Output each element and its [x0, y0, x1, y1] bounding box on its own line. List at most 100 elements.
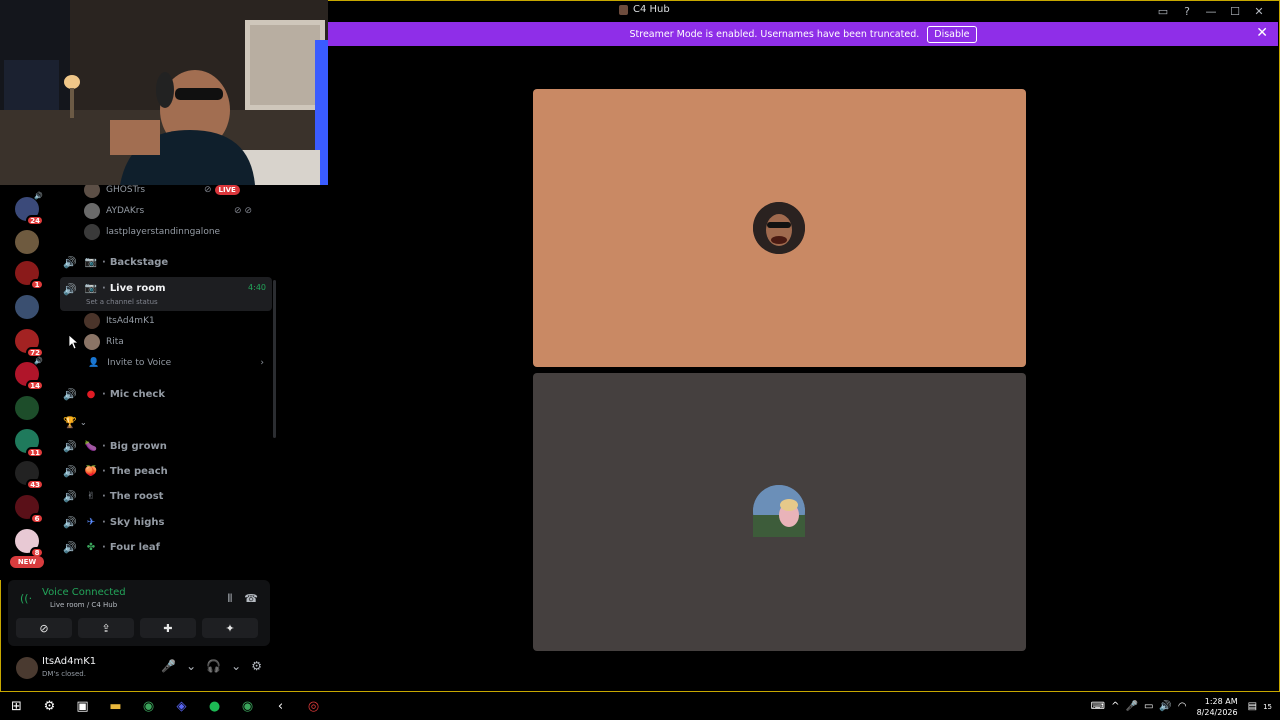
soundboard-button[interactable]: ✦ — [202, 618, 258, 638]
chevron-down-icon[interactable]: ⌄ — [186, 659, 196, 673]
member-name: Rita — [106, 337, 124, 347]
chrome-icon[interactable]: ◉ — [132, 693, 165, 720]
invite-to-voice[interactable]: 👤 Invite to Voice › — [88, 358, 268, 368]
spotify-icon[interactable]: ● — [198, 693, 231, 720]
server-icon[interactable] — [15, 295, 39, 319]
mention-badge: 6 — [30, 513, 44, 524]
channel-backstage[interactable]: 🔊 📷 · Backstage — [60, 251, 272, 273]
channel-item[interactable]: 🔊 🍑 · The peach — [60, 460, 272, 482]
channel-item[interactable]: 🔊 ✌ · The roost — [60, 485, 272, 507]
server-icon[interactable]: 11 — [15, 429, 44, 458]
channel-name: The roost — [109, 490, 164, 502]
activities-button[interactable]: ✚ — [140, 618, 196, 638]
disable-button[interactable]: Disable — [927, 25, 977, 43]
noise-suppression-icon[interactable]: ⦀ — [227, 592, 232, 606]
member-name: GHOSTrs — [106, 185, 146, 195]
screen-share-button[interactable]: ⇪ — [78, 618, 134, 638]
channel-item[interactable]: 🔊 ✤ · Four leaf — [60, 536, 272, 558]
invite-label: Invite to Voice — [107, 358, 172, 368]
server-icon — [619, 4, 628, 15]
camera-off-button[interactable]: ⊘ — [16, 618, 72, 638]
voice-member[interactable]: lastplayerstandinngalone — [84, 224, 220, 240]
channel-scrollbar[interactable] — [273, 280, 276, 438]
voice-member[interactable]: GHOSTrs ⊘ LIVE — [84, 185, 240, 198]
member-status: ⊘ LIVE — [204, 185, 240, 195]
chevron-up-icon[interactable]: ^ — [1111, 701, 1119, 712]
voice-connection-panel: ((· Voice Connected Live room / C4 Hub ⦀… — [8, 580, 270, 646]
file-explorer-icon[interactable]: ▬ — [99, 693, 132, 720]
chevron-right-icon: › — [260, 358, 264, 368]
server-icon[interactable]: 🔊 14 — [15, 357, 44, 391]
voice-status[interactable]: Voice Connected — [42, 587, 126, 598]
server-icon[interactable] — [15, 230, 39, 254]
live-badge: LIVE — [214, 185, 240, 195]
channel-name: Sky highs — [109, 516, 165, 528]
wifi-icon[interactable]: ◠ — [1178, 701, 1187, 712]
speaker-icon: 🔊 — [63, 464, 77, 478]
participant-tile[interactable] — [533, 373, 1026, 651]
avatar — [753, 202, 805, 254]
close-icon[interactable]: ✕ — [1247, 3, 1271, 20]
server-icon[interactable]: 1 — [15, 261, 44, 290]
red-circle-icon: ● — [86, 388, 96, 400]
server-icon[interactable] — [15, 396, 39, 420]
server-icon[interactable]: 8 — [15, 529, 44, 558]
chevron-down-icon[interactable]: ⌄ — [231, 659, 241, 673]
speaker-icon: 🔊 — [63, 387, 77, 401]
user-panel: ItsAd4mK1 DM's closed. 🎤 ⌄ 🎧 ⌄ ⚙ — [8, 650, 270, 686]
keyboard-icon[interactable]: ⌨ — [1091, 701, 1105, 712]
server-icon[interactable]: 🔊 24 — [15, 192, 44, 226]
username[interactable]: ItsAd4mK1 — [42, 656, 96, 667]
channel-list: GHOSTrs ⊘ LIVE AYDAKrs ⊘ ⊘ lastplayersta… — [54, 185, 278, 580]
category-trophy[interactable]: 🏆 ⌄ — [60, 414, 272, 430]
banner-close-icon[interactable]: ✕ — [1256, 25, 1268, 41]
channel-mic-check[interactable]: 🔊 ● · Mic check — [60, 383, 272, 405]
speaker-icon: 🔊 — [63, 283, 77, 296]
settings-icon[interactable]: ⚙ — [33, 693, 66, 720]
network-icon[interactable]: ▭ — [1144, 701, 1153, 712]
voice-stage — [328, 46, 1278, 691]
server-icon[interactable]: 72 — [15, 329, 44, 358]
participant-tile[interactable] — [533, 89, 1026, 367]
gear-icon[interactable]: ⚙ — [251, 659, 262, 673]
store-icon[interactable]: ▣ — [66, 693, 99, 720]
speaker-icon: 🔊 — [63, 255, 77, 269]
voice-channel-path[interactable]: Live room / C4 Hub — [50, 601, 117, 609]
chrome-icon[interactable]: ◉ — [231, 693, 264, 720]
maximize-icon[interactable]: ☐ — [1223, 3, 1247, 20]
signal-icon: ((· — [20, 592, 33, 605]
server-list: 🔊 24 1 72 🔊 14 11 43 6 8 NEW — [0, 185, 54, 580]
banner-message: Streamer Mode is enabled. Usernames have… — [629, 28, 920, 40]
help-icon[interactable]: ? — [1175, 3, 1199, 20]
member-status: ⊘ ⊘ — [234, 206, 252, 216]
headphones-icon[interactable]: 🎧 — [206, 659, 221, 673]
server-icon[interactable]: 6 — [15, 495, 44, 524]
notification-icon[interactable]: ▤ — [1248, 701, 1257, 712]
channel-status[interactable]: Set a channel status — [86, 298, 158, 306]
voice-member[interactable]: ItsAd4mK1 — [84, 313, 155, 329]
mention-badge: 1 — [30, 279, 44, 290]
channel-name: Backstage — [109, 256, 169, 268]
mute-icon: ⊘ — [204, 185, 212, 195]
start-icon[interactable]: ⊞ — [0, 693, 33, 720]
clock[interactable]: 1:28 AM 8/24/2026 — [1197, 696, 1238, 718]
discord-icon[interactable]: ◈ — [165, 693, 198, 720]
obs-icon[interactable]: ◎ — [297, 693, 330, 720]
microphone-icon[interactable]: 🎤 — [161, 659, 176, 673]
channel-item[interactable]: 🔊 ✈ · Sky highs — [60, 511, 272, 533]
voice-member[interactable]: AYDAKrs ⊘ ⊘ — [84, 203, 252, 219]
avatar[interactable] — [16, 657, 38, 679]
channel-live-room[interactable]: 🔊 📷 · Live room 4:40 Set a channel statu… — [60, 277, 272, 311]
voice-member[interactable]: Rita — [84, 334, 124, 350]
disconnect-icon[interactable]: ☎ — [244, 592, 258, 606]
minimize-icon[interactable]: — — [1199, 3, 1223, 20]
channel-item[interactable]: 🔊 🍆 · Big grown — [60, 435, 272, 457]
server-icon[interactable]: 43 — [15, 461, 44, 490]
microphone-icon[interactable]: 🎤 — [1126, 701, 1138, 712]
avatar — [84, 224, 100, 240]
back-app-icon[interactable]: ‹ — [264, 693, 297, 720]
volume-icon[interactable]: 🔊 — [1159, 701, 1171, 712]
speaker-icon: 🔊 — [63, 540, 77, 554]
new-pill[interactable]: NEW — [10, 556, 44, 568]
inbox-icon[interactable]: ▭ — [1151, 3, 1175, 20]
